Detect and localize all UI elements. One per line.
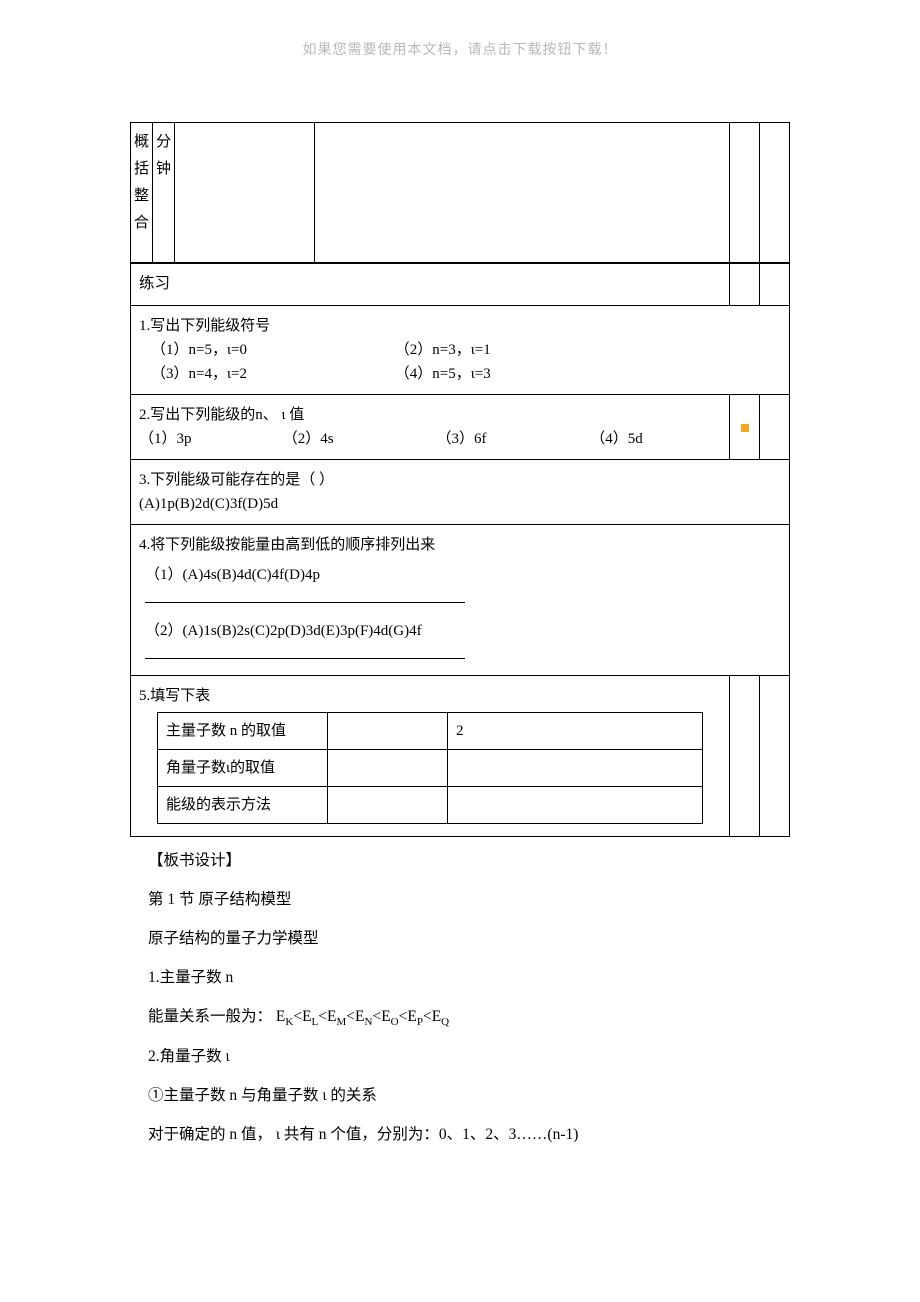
q2-cell: 2.写出下列能级的n、 ι 值 （1）3p （2）4s （3）6f （4）5d: [131, 395, 730, 460]
table-row: 4.将下列能级按能量由高到低的顺序排列出来 （1）(A)4s(B)4d(C)4f…: [131, 525, 790, 676]
empty-cell: [328, 713, 448, 750]
vcell-1: 概 括 整 合: [131, 123, 153, 263]
q1-item-3: （3）n=4，ι=2: [145, 362, 385, 386]
marker-cell: [730, 395, 760, 460]
q5-row2-label: 角量子数ι的取值: [158, 750, 328, 787]
top-table: 概 括 整 合 分 钟: [130, 122, 790, 263]
q1-title: 1.写出下列能级符号: [139, 314, 781, 338]
board-line4: 能量关系一般为： EK<EL<EM<EN<EO<EP<EQ: [148, 1001, 790, 1033]
q2-item-4: （4）5d: [590, 427, 643, 451]
q4-cell: 4.将下列能级按能量由高到低的顺序排列出来 （1）(A)4s(B)4d(C)4f…: [131, 525, 790, 676]
char: 分: [155, 129, 172, 156]
vcell-2: 分 钟: [153, 123, 175, 263]
q4-item-2: （2）(A)1s(B)2s(C)2p(D)3d(E)3p(F)4d(G)4f: [139, 619, 422, 643]
q5-title: 5.填写下表: [139, 684, 721, 708]
q5-cell: 5.填写下表 主量子数 n 的取值 2 角量子数ι的取值 能级的表示方法: [131, 676, 730, 837]
table-row: 1.写出下列能级符号 （1）n=5，ι=0 （2）n=3，ι=1 （3）n=4，…: [131, 306, 790, 395]
table-row: 主量子数 n 的取值 2: [158, 713, 703, 750]
table-row: 角量子数ι的取值: [158, 750, 703, 787]
char: 括: [133, 156, 150, 183]
q4-title: 4.将下列能级按能量由高到低的顺序排列出来: [139, 533, 781, 557]
empty-cell: [730, 264, 760, 306]
q5-row1-val: 2: [448, 713, 703, 750]
q1-item-4: （4）n=5，ι=3: [389, 362, 491, 386]
q5-inner-table: 主量子数 n 的取值 2 角量子数ι的取值 能级的表示方法: [157, 712, 703, 824]
q2-item-1: （1）3p: [139, 427, 269, 451]
exercise-table: 练习 1.写出下列能级符号 （1）n=5，ι=0 （2）n=3，ι=1 （3）n…: [130, 263, 790, 837]
char: 钟: [155, 156, 172, 183]
header-note: 如果您需要使用本文档，请点击下载按钮下载！: [0, 40, 920, 62]
q3-title-text: 3.下列能级可能存在的是（ ）: [139, 472, 334, 488]
q2-title: 2.写出下列能级的n、 ι 值: [139, 403, 721, 427]
board-line3: 1.主量子数 n: [148, 962, 790, 993]
q4-item-1: （1）(A)4s(B)4d(C)4f(D)4p: [139, 563, 320, 587]
table-row: 5.填写下表 主量子数 n 的取值 2 角量子数ι的取值 能级的表示方法: [131, 676, 790, 837]
empty-cell: [760, 123, 790, 263]
empty-cell: [730, 123, 760, 263]
q1-item-1: （1）n=5，ι=0: [145, 338, 385, 362]
char: 概: [133, 129, 150, 156]
blank-line: [145, 588, 465, 603]
board-line2: 原子结构的量子力学模型: [148, 923, 790, 954]
empty-cell: [448, 787, 703, 824]
empty-cell: [328, 787, 448, 824]
q3-title: 3.下列能级可能存在的是（ ）: [139, 468, 781, 492]
board-line5: 2.角量子数 ι: [148, 1041, 790, 1072]
q5-row1-label: 主量子数 n 的取值: [158, 713, 328, 750]
empty-cell: [315, 123, 730, 263]
q3-options: (A)1p(B)2d(C)3f(D)5d: [139, 492, 781, 516]
orange-marker-icon: [741, 424, 749, 432]
board-section: 【板书设计】 第 1 节 原子结构模型 原子结构的量子力学模型 1.主量子数 n…: [130, 845, 790, 1150]
empty-cell: [730, 676, 760, 837]
q3-cell: 3.下列能级可能存在的是（ ） (A)1p(B)2d(C)3f(D)5d: [131, 460, 790, 525]
empty-cell: [175, 123, 315, 263]
board-line6: ①主量子数 n 与角量子数 ι 的关系: [148, 1080, 790, 1111]
empty-cell: [760, 264, 790, 306]
table-row: 概 括 整 合 分 钟: [131, 123, 790, 263]
empty-cell: [328, 750, 448, 787]
page-content: 概 括 整 合 分 钟 练习 1.写出下列能级符号 （: [130, 122, 790, 1150]
board-line4-prefix: 能量关系一般为：: [148, 1008, 272, 1025]
q1-item-2: （2）n=3，ι=1: [389, 338, 491, 362]
empty-cell: [760, 395, 790, 460]
q1-cell: 1.写出下列能级符号 （1）n=5，ι=0 （2）n=3，ι=1 （3）n=4，…: [131, 306, 790, 395]
board-line1: 第 1 节 原子结构模型: [148, 884, 790, 915]
table-row: 2.写出下列能级的n、 ι 值 （1）3p （2）4s （3）6f （4）5d: [131, 395, 790, 460]
table-row: 能级的表示方法: [158, 787, 703, 824]
q5-row3-label: 能级的表示方法: [158, 787, 328, 824]
empty-cell: [760, 676, 790, 837]
board-heading: 【板书设计】: [148, 845, 790, 876]
char: 合: [133, 210, 150, 237]
empty-cell: [448, 750, 703, 787]
char: 整: [133, 183, 150, 210]
board-line7: 对于确定的 n 值， ι 共有 n 个值，分别为：0、1、2、3……(n-1): [148, 1119, 790, 1150]
q2-item-2: （2）4s: [283, 427, 423, 451]
q2-item-3: （3）6f: [437, 427, 577, 451]
table-row: 练习: [131, 264, 790, 306]
table-row: 3.下列能级可能存在的是（ ） (A)1p(B)2d(C)3f(D)5d: [131, 460, 790, 525]
energy-relation: EK<EL<EM<EN<EO<EP<EQ: [276, 1008, 449, 1025]
exercise-title: 练习: [131, 264, 730, 306]
blank-line: [145, 644, 465, 659]
